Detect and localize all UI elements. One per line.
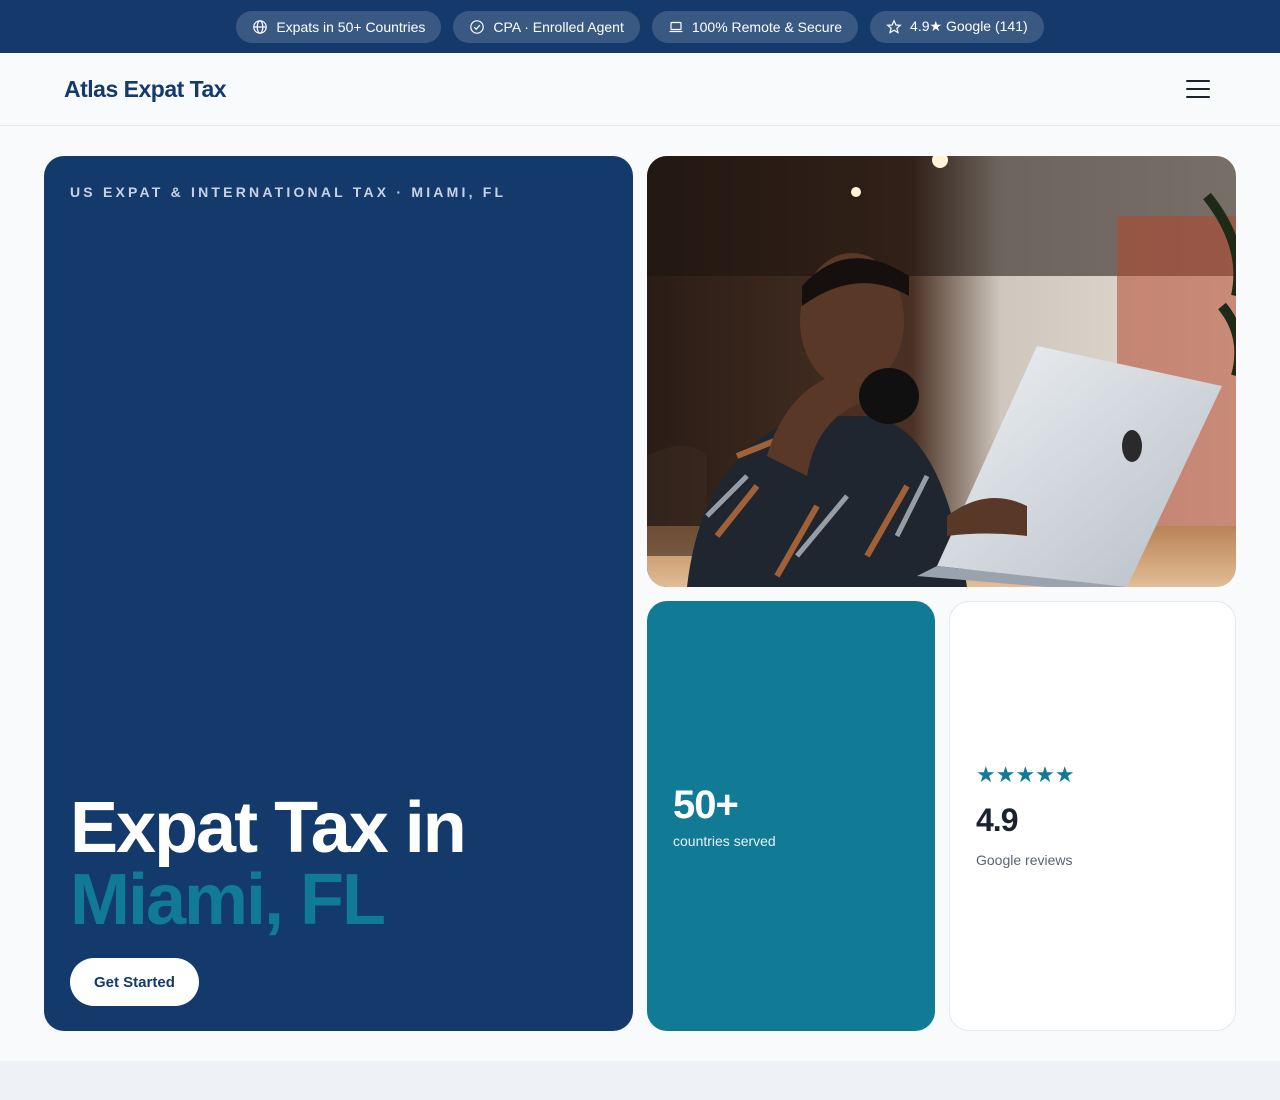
hero-title-location: Miami, FL [70,860,386,940]
star-icon [886,18,902,34]
menu-line [1186,80,1210,82]
hero-card: US EXPAT & INTERNATIONAL TAX · MIAMI, FL… [44,156,633,1031]
globe-icon [253,19,268,34]
menu-line [1186,96,1210,98]
countries-stat-card: 50+ countries served [647,601,935,1031]
badge-rating: 4.9★ Google (141) [870,10,1044,43]
get-started-button[interactable]: Get Started [70,958,199,1006]
hero-photo [647,156,1236,587]
trust-bar: Expats in 50+ Countries CPA · Enrolled A… [0,0,1280,53]
reviews-stat-label: Google reviews [976,852,1073,868]
badge-credentials-label: CPA · Enrolled Agent [493,18,624,35]
countries-stat-value: 50+ [673,783,739,827]
hamburger-menu-icon[interactable] [1180,71,1216,107]
next-section-band [0,1061,1280,1100]
hero-section: US EXPAT & INTERNATIONAL TAX · MIAMI, FL… [0,126,1280,1061]
hero-title: Expat Tax in Miami, FL [70,792,467,940]
laptop-icon [669,21,683,32]
badge-remote: 100% Remote & Secure [651,10,859,43]
hero-title-line1: Expat Tax in [70,788,467,868]
stats-row: 50+ countries served ★★★★★ 4.9 Google re… [647,601,1236,1031]
hero-side: 50+ countries served ★★★★★ 4.9 Google re… [647,156,1236,1031]
menu-line [1186,88,1210,90]
countries-stat-label: countries served [673,833,776,849]
badge-remote-label: 100% Remote & Secure [691,18,843,35]
site-header: Atlas Expat Tax [0,53,1280,126]
reviews-stat-value: 4.9 [976,802,1018,838]
badge-countries-label: Expats in 50+ Countries [276,18,426,35]
photo-man-with-laptop [647,156,1236,587]
badge-countries: Expats in 50+ Countries [236,10,442,43]
check-badge-icon [470,19,485,34]
badge-credentials: CPA · Enrolled Agent [453,10,640,43]
rating-stars-icon: ★★★★★ [976,762,1075,787]
logo[interactable]: Atlas Expat Tax [64,76,227,103]
badge-rating-label: 4.9★ Google (141) [910,18,1028,34]
hero-eyebrow: US EXPAT & INTERNATIONAL TAX · MIAMI, FL [70,184,507,200]
reviews-stat-card: ★★★★★ 4.9 Google reviews [949,601,1236,1031]
